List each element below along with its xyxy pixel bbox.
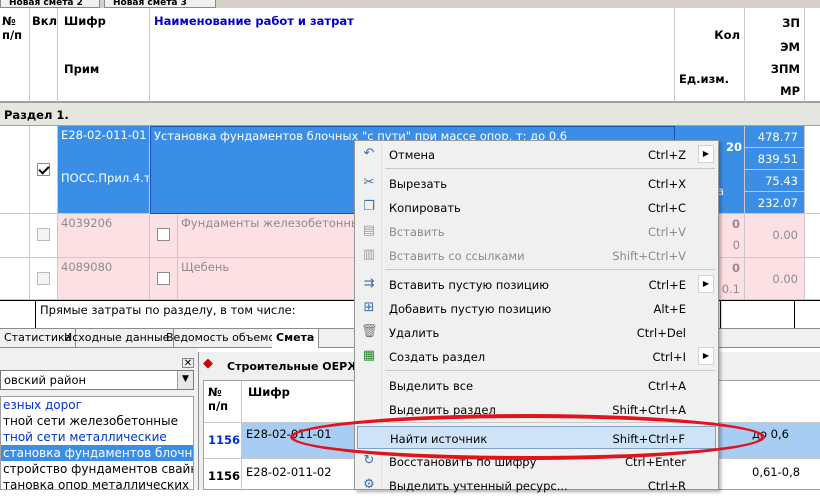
row-num[interactable]: 1156 [204,459,242,491]
value-cell[interactable]: 0.00 [745,214,805,258]
header-shifr[interactable]: Шифр Прим [58,8,150,102]
menu-item-paste[interactable]: ▤ Вставить Ctrl+V [357,220,716,243]
header-extra [805,8,820,102]
menu-separator [385,370,715,371]
header-costs[interactable]: ЗП ЭМ ЗПМ МР [745,8,805,102]
sub-check-cell[interactable] [150,258,178,300]
menu-separator [385,168,715,169]
zpm-value[interactable]: 75.43 [745,170,805,192]
col-num-header[interactable]: № п/п [204,381,242,423]
mr-value[interactable]: 232.07 [745,192,805,214]
row-num[interactable]: 1156 [204,423,242,459]
tree-item[interactable]: тной сети металлические [1,429,193,445]
row-num-cell [0,126,30,214]
region-combo[interactable]: овский район ▼ [0,370,194,390]
paste-icon: ▤ [362,223,376,238]
section-row[interactable]: Раздел 1. [0,102,820,126]
tree-item[interactable]: езных дорог [1,397,193,413]
row-num-cell [0,214,30,258]
menu-item-cut[interactable]: ✂ Вырезать Ctrl+X [357,172,716,195]
menu-item-add-empty[interactable]: ⊞ Добавить пустую позицию Alt+E [357,297,716,320]
copy-icon: ❐ [363,199,375,214]
row-check-cell[interactable] [30,214,58,258]
menu-item-paste-link[interactable]: ▥ Вставить со ссылками Shift+Ctrl+V [357,244,716,267]
annotation-oval [290,414,765,460]
header-kol[interactable]: Кол Ед.изм. [675,8,745,102]
tree-item-selected[interactable]: становка фундаментов блочнь [1,445,193,461]
submenu-arrow-icon[interactable]: ▶ [698,347,714,365]
submenu-arrow-icon[interactable]: ▶ [698,145,714,163]
restore-icon: ↻ [363,453,375,468]
add-row-icon: ⊞ [363,300,375,315]
menu-item-create-section[interactable]: ▦ Создать раздел Ctrl+I ▶ [357,345,716,368]
code-cell[interactable]: Е28-02-011-01 ПОСС.Прил.4.т [58,126,150,214]
include-checkbox[interactable] [37,272,50,285]
menu-separator [385,269,715,270]
undo-icon: ↶ [363,146,375,161]
row-extra [805,126,820,214]
create-section-icon: ▦ [362,348,376,363]
diamond-icon: ◆ [203,356,213,371]
row-check-cell[interactable] [30,126,58,214]
paste-link-icon: ▥ [362,247,376,262]
tab-smeta-3[interactable]: Новая смета 3 [104,0,216,8]
menu-item-copy[interactable]: ❐ Копировать Ctrl+C [357,196,716,219]
tree-item[interactable]: тной сети железобетонные [1,413,193,429]
sub-checkbox[interactable] [157,228,170,241]
cut-icon: ✂ [363,175,375,190]
menu-item-select-all[interactable]: Выделить все Ctrl+A [357,374,716,397]
insert-row-icon: ⇉ [363,276,375,291]
total-value [720,301,795,329]
panel-title: Строительные ОЕРЖ ( [227,360,370,373]
tree-item[interactable]: стройство фундаментов свайн [1,461,193,477]
tab-volumes[interactable]: Ведомость объемов [162,329,287,348]
submenu-arrow-icon[interactable]: ▶ [698,275,714,293]
header-num[interactable]: № п/п [0,8,30,102]
chevron-down-icon[interactable]: ▼ [177,371,193,389]
value-cell[interactable]: 0.00 [745,258,805,300]
row-num-cell [0,301,36,329]
row-num-cell [0,258,30,300]
select-resource-icon: ⚙ [363,477,375,492]
row-check-cell[interactable] [30,258,58,300]
menu-item-insert-empty[interactable]: ⇉ Вставить пустую позицию Ctrl+E ▶ [357,273,716,296]
include-checkbox[interactable] [37,163,50,176]
tab-smeta[interactable]: Смета [272,329,320,348]
header-vkl[interactable]: Вкл [30,8,58,102]
zp-value[interactable]: 478.77 [745,126,805,148]
tab-source-data[interactable]: Исходные данные [60,329,175,348]
row-extra [805,214,820,258]
catalog-left-panel: ✕ овский район ▼ езных дорог тной сети ж… [0,348,198,490]
sub-check-cell[interactable] [150,214,178,258]
header-name[interactable]: Наименование работ и затрат [150,8,675,102]
menu-item-undo[interactable]: ↶ Отмена Ctrl+Z ▶ [357,143,716,166]
tree-item[interactable]: тановка опор металлических [1,477,193,489]
em-value[interactable]: 839.51 [745,148,805,170]
menu-item-select-resource[interactable]: ⚙ Выделить учтенный ресурс... Ctrl+R [357,474,716,497]
row-extra [805,258,820,300]
catalog-tree[interactable]: езных дорог тной сети железобетонные тно… [0,396,194,490]
tab-smeta-2[interactable]: Новая смета 2 [0,0,100,8]
close-icon[interactable]: ✕ [182,358,194,369]
trash-icon: 🗑 [361,324,378,339]
sub-checkbox[interactable] [157,272,170,285]
document-tabs: Новая смета 2 Новая смета 3 [0,0,820,8]
code-cell[interactable]: 4039206 [58,214,150,258]
menu-item-delete[interactable]: 🗑 Удалить Ctrl+Del [357,321,716,344]
include-checkbox[interactable] [37,228,50,241]
code-cell[interactable]: 4089080 [58,258,150,300]
